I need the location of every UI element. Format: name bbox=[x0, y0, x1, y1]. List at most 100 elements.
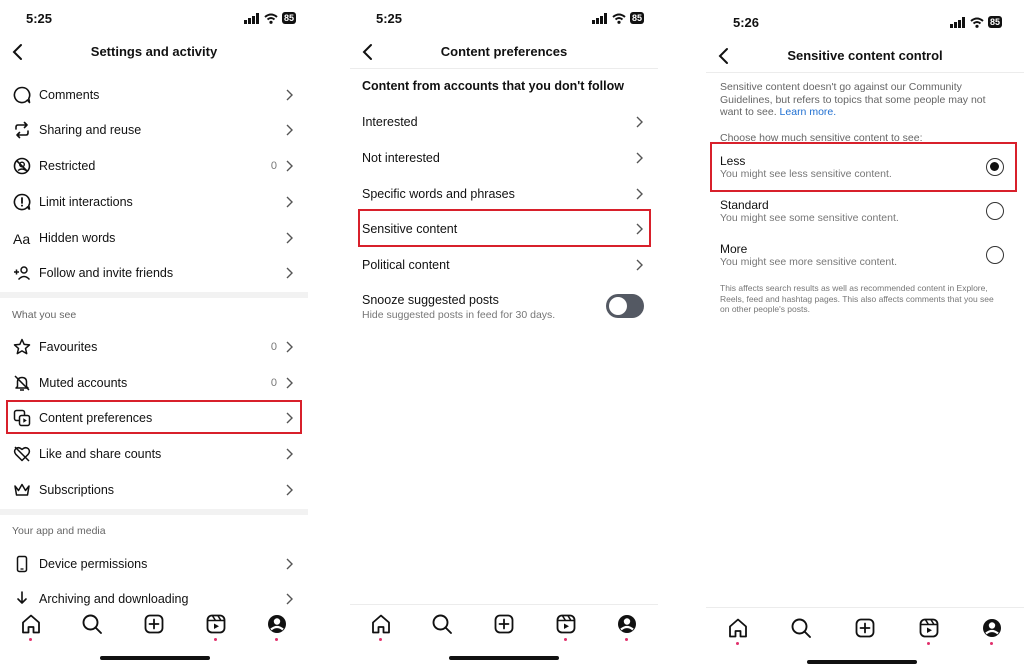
tab-profile[interactable] bbox=[615, 612, 639, 641]
header-divider bbox=[350, 68, 658, 69]
tab-reels[interactable] bbox=[917, 616, 941, 645]
repost-icon bbox=[15, 121, 29, 139]
profile-icon bbox=[983, 619, 1002, 637]
add-person-icon bbox=[14, 266, 31, 281]
menu-item-subscriptions[interactable]: Subscriptions bbox=[0, 473, 308, 507]
menu-item-not-interested[interactable]: Not interested bbox=[350, 141, 658, 175]
navigation-bar: Content preferences bbox=[350, 40, 658, 64]
page-title: Settings and activity bbox=[90, 44, 218, 59]
option-title: Standard bbox=[720, 198, 769, 212]
chevron-right-icon bbox=[286, 558, 293, 570]
section-header-your-app-and-media: Your app and media bbox=[12, 525, 106, 537]
page-title: Sensitive content control bbox=[787, 48, 943, 63]
notification-dot bbox=[735, 642, 739, 645]
tab-home[interactable] bbox=[369, 612, 393, 641]
tab-create[interactable] bbox=[492, 612, 516, 636]
cellular-signal-icon bbox=[950, 16, 965, 28]
chevron-right-icon bbox=[286, 341, 293, 353]
menu-item-hidden-words[interactable]: Aa Hidden words bbox=[0, 221, 308, 255]
learn-more-link[interactable]: Learn more. bbox=[780, 106, 837, 118]
tab-home[interactable] bbox=[19, 612, 43, 641]
text-aa-icon: Aa bbox=[13, 231, 30, 247]
download-icon bbox=[17, 591, 27, 604]
home-indicator bbox=[100, 656, 210, 660]
reels-icon bbox=[556, 614, 575, 634]
phone-icon bbox=[16, 555, 28, 573]
tab-profile[interactable] bbox=[265, 612, 289, 641]
menu-item-sharing-and-reuse[interactable]: Sharing and reuse bbox=[0, 113, 308, 147]
muted-bell-icon bbox=[14, 375, 30, 391]
status-bar: 5:26 85 bbox=[706, 15, 1024, 31]
section-header-not-following: Content from accounts that you don't fol… bbox=[362, 79, 624, 93]
bottom-tab-bar bbox=[0, 609, 308, 641]
restricted-count: 0 bbox=[270, 160, 277, 172]
menu-item-label: Limit interactions bbox=[39, 195, 133, 209]
home-icon bbox=[728, 618, 747, 638]
menu-item-label: Subscriptions bbox=[39, 483, 115, 497]
status-time: 5:25 bbox=[376, 11, 403, 26]
toggle-knob bbox=[609, 297, 627, 315]
radio-unselected[interactable] bbox=[986, 246, 1004, 264]
notification-dot bbox=[625, 638, 629, 641]
chevron-right-icon bbox=[286, 267, 293, 279]
menu-item-follow-and-invite[interactable]: Follow and invite friends bbox=[0, 256, 308, 290]
bottom-tab-bar bbox=[350, 609, 658, 641]
highlight-box bbox=[358, 209, 651, 247]
menu-item-political-content[interactable]: Political content bbox=[350, 248, 658, 282]
home-indicator bbox=[807, 660, 917, 664]
menu-item-like-and-share-counts[interactable]: Like and share counts bbox=[0, 437, 308, 471]
menu-item-specific-words[interactable]: Specific words and phrases bbox=[350, 177, 658, 211]
content-preferences-screen: 5:25 85 Content preferences Content from… bbox=[350, 0, 658, 667]
cellular-signal-icon bbox=[592, 12, 607, 24]
menu-item-favourites[interactable]: Favourites 0 bbox=[0, 330, 308, 364]
wifi-icon bbox=[612, 13, 626, 24]
chevron-right-icon bbox=[636, 259, 643, 271]
restricted-icon bbox=[13, 157, 31, 175]
chevron-right-icon bbox=[286, 124, 293, 136]
tab-search[interactable] bbox=[80, 612, 104, 636]
menu-item-label: Muted accounts bbox=[39, 376, 128, 390]
heart-off-icon bbox=[13, 446, 31, 462]
highlight-box bbox=[710, 142, 1017, 192]
wifi-icon bbox=[264, 13, 278, 24]
tab-profile[interactable] bbox=[980, 616, 1004, 645]
chevron-right-icon bbox=[286, 232, 293, 244]
tab-search[interactable] bbox=[430, 612, 454, 636]
chevron-right-icon bbox=[636, 152, 643, 164]
chevron-right-icon bbox=[636, 188, 643, 200]
navigation-bar: Settings and activity bbox=[0, 40, 308, 64]
menu-item-comments[interactable]: Comments bbox=[0, 78, 308, 112]
page-title: Content preferences bbox=[440, 44, 568, 59]
menu-item-restricted[interactable]: Restricted 0 bbox=[0, 149, 308, 183]
menu-item-limit-interactions[interactable]: Limit interactions bbox=[0, 185, 308, 219]
tab-create[interactable] bbox=[853, 616, 877, 640]
header-divider bbox=[706, 72, 1024, 73]
menu-item-label: Political content bbox=[362, 258, 450, 272]
battery-icon: 85 bbox=[988, 16, 1003, 28]
option-standard[interactable]: Standard You might see some sensitive co… bbox=[706, 194, 1024, 236]
option-more[interactable]: More You might see more sensitive conten… bbox=[706, 238, 1024, 280]
home-icon bbox=[371, 614, 390, 634]
tab-reels[interactable] bbox=[554, 612, 578, 641]
menu-item-muted-accounts[interactable]: Muted accounts 0 bbox=[0, 366, 308, 400]
menu-item-interested[interactable]: Interested bbox=[350, 105, 658, 139]
menu-item-label: Interested bbox=[362, 115, 418, 129]
tab-reels[interactable] bbox=[204, 612, 228, 641]
chevron-right-icon bbox=[286, 448, 293, 460]
notification-dot bbox=[926, 642, 930, 645]
status-bar: 5:25 85 bbox=[350, 11, 658, 27]
tab-home[interactable] bbox=[726, 616, 750, 645]
notification-dot bbox=[378, 638, 382, 641]
status-bar: 5:25 85 bbox=[0, 11, 308, 27]
chevron-right-icon bbox=[286, 484, 293, 496]
tab-create[interactable] bbox=[142, 612, 166, 636]
chevron-right-icon bbox=[286, 593, 293, 605]
tab-search[interactable] bbox=[789, 616, 813, 640]
snooze-toggle[interactable] bbox=[606, 294, 644, 318]
status-time: 5:26 bbox=[733, 15, 760, 30]
chevron-right-icon bbox=[286, 377, 293, 389]
radio-unselected[interactable] bbox=[986, 202, 1004, 220]
menu-item-device-permissions[interactable]: Device permissions bbox=[0, 547, 308, 581]
comment-icon bbox=[13, 86, 31, 104]
create-icon bbox=[144, 614, 164, 634]
